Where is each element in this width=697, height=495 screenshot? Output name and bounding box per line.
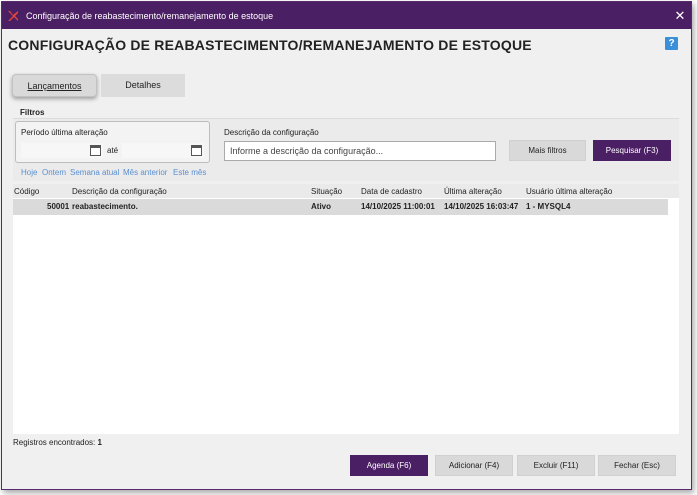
records-count: 1 bbox=[97, 438, 102, 447]
cell-updated: 14/10/2025 16:03:47 bbox=[444, 202, 519, 211]
description-input[interactable]: Informe a descrição da configuração... bbox=[224, 141, 496, 161]
cell-user: 1 - MYSQL4 bbox=[526, 202, 571, 211]
quick-link-ontem[interactable]: Ontem bbox=[42, 168, 66, 177]
cell-code: 50001 bbox=[47, 202, 70, 211]
title-bar[interactable]: Configuração de reabastecimento/remaneja… bbox=[2, 2, 691, 29]
tab-detalhes[interactable]: Detalhes bbox=[101, 74, 185, 97]
description-label: Descrição da configuração bbox=[224, 128, 319, 137]
cell-description: reabastecimento. bbox=[72, 202, 138, 211]
records-label: Registros encontrados: bbox=[13, 438, 96, 447]
help-icon[interactable]: ? bbox=[665, 37, 678, 50]
column-header-usuario[interactable]: Usuário última alteração bbox=[526, 187, 612, 196]
agenda-button[interactable]: Agenda (F6) bbox=[350, 455, 428, 476]
quick-link-semana-atual[interactable]: Semana atual bbox=[70, 168, 119, 177]
search-button[interactable]: Pesquisar (F3) bbox=[593, 140, 671, 161]
period-label: Período última alteração bbox=[21, 128, 108, 137]
close-icon[interactable]: ✕ bbox=[669, 8, 691, 24]
table-row[interactable]: 50001 reabastecimento. Ativo 14/10/2025 … bbox=[13, 199, 668, 215]
app-logo-icon bbox=[8, 10, 18, 21]
grid-header: Código Descrição da configuração Situaçã… bbox=[13, 184, 679, 198]
column-header-codigo[interactable]: Código bbox=[14, 187, 39, 196]
results-grid[interactable]: Código Descrição da configuração Situaçã… bbox=[13, 184, 679, 434]
window-title: Configuração de reabastecimento/remaneja… bbox=[26, 10, 274, 21]
calendar-icon[interactable] bbox=[191, 145, 202, 156]
column-header-data-cadastro[interactable]: Data de cadastro bbox=[361, 187, 422, 196]
delete-button[interactable]: Excluir (F11) bbox=[517, 455, 595, 476]
cell-status: Ativo bbox=[311, 202, 331, 211]
tab-lancamentos[interactable]: Lançamentos bbox=[12, 74, 97, 97]
close-button[interactable]: Fechar (Esc) bbox=[598, 455, 676, 476]
quick-link-mes-anterior[interactable]: Mês anterior bbox=[123, 168, 167, 177]
more-filters-button[interactable]: Mais filtros bbox=[509, 140, 586, 161]
filters-label: Filtros bbox=[20, 108, 45, 117]
between-label: até bbox=[107, 146, 119, 155]
page-title: CONFIGURAÇÃO DE REABASTECIMENTO/REMANEJA… bbox=[8, 37, 532, 53]
records-found: Registros encontrados: 1 bbox=[13, 438, 102, 447]
quick-link-hoje[interactable]: Hoje bbox=[21, 168, 37, 177]
column-header-descricao[interactable]: Descrição da configuração bbox=[72, 187, 167, 196]
add-button[interactable]: Adicionar (F4) bbox=[435, 455, 513, 476]
quick-link-este-mes[interactable]: Este mês bbox=[173, 168, 206, 177]
dialog-window: Configuração de reabastecimento/remaneja… bbox=[1, 1, 692, 490]
cell-created: 14/10/2025 11:00:01 bbox=[361, 202, 435, 211]
column-header-ultima-alteracao[interactable]: Última alteração bbox=[444, 187, 502, 196]
calendar-icon[interactable] bbox=[90, 145, 101, 156]
column-header-situacao[interactable]: Situação bbox=[311, 187, 342, 196]
